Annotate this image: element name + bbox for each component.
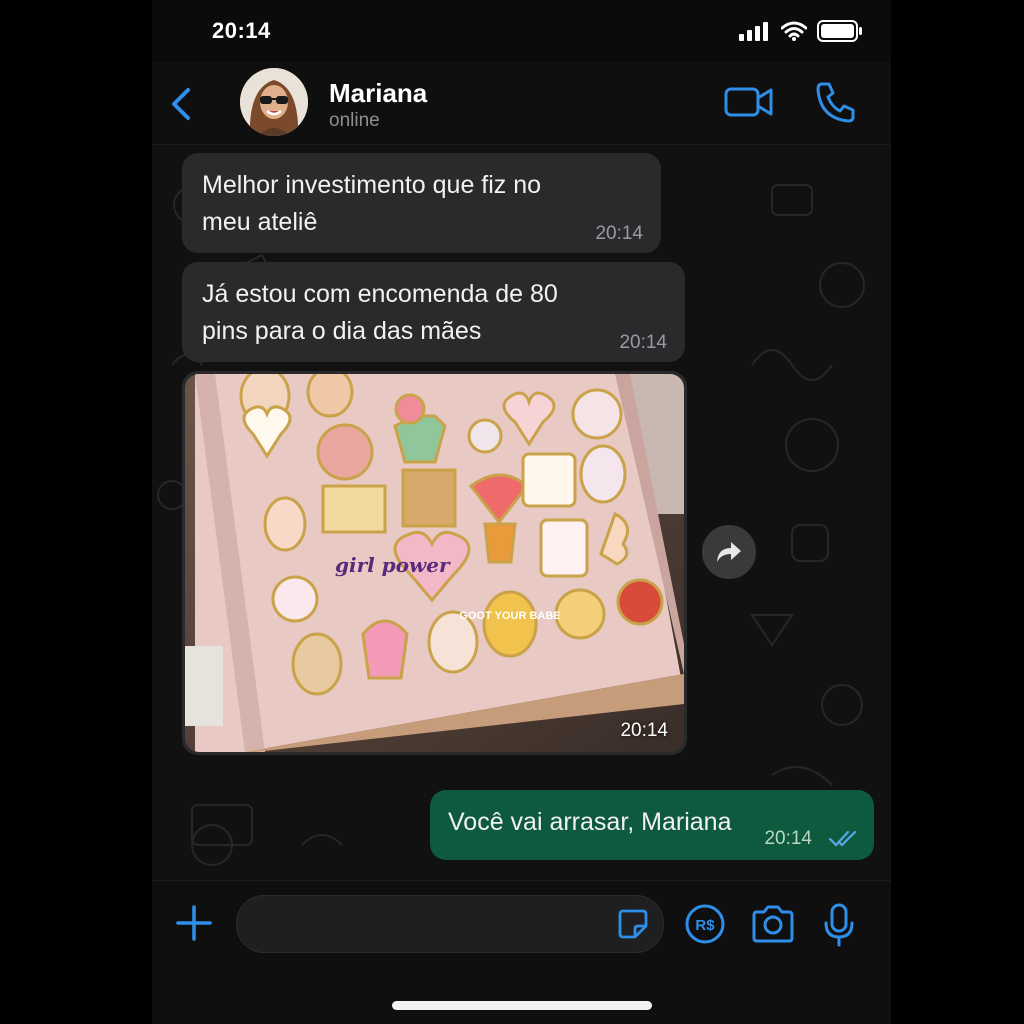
pin-text-girl-power: girl power (335, 553, 451, 577)
chat-area[interactable]: Melhor investimento que fiz no meu ateli… (152, 145, 891, 880)
message-time: 20:14 (764, 828, 812, 849)
message-time: 20:14 (620, 720, 668, 741)
forward-button[interactable] (702, 525, 756, 579)
avatar[interactable] (240, 68, 308, 136)
microphone-button[interactable] (822, 903, 856, 952)
back-chevron-icon (172, 88, 190, 120)
battery-icon (817, 20, 862, 42)
phone-call-icon (816, 82, 855, 123)
wifi-icon (781, 21, 807, 41)
double-check-icon (828, 830, 857, 847)
message-input[interactable] (255, 896, 599, 954)
forward-icon (717, 542, 741, 562)
sticker-icon (618, 909, 648, 939)
incoming-message[interactable]: Melhor investimento que fiz no meu ateli… (182, 153, 661, 253)
photo[interactable]: girl power GOOT YOUR BABE 20:14 (185, 374, 684, 752)
enamel-pins-photo: girl power GOOT YOUR BABE (185, 374, 684, 752)
contact-name[interactable]: Mariana (329, 78, 427, 109)
payment-icon: R$ (685, 904, 725, 944)
plus-icon (176, 905, 212, 941)
message-field[interactable] (236, 895, 664, 954)
message-line: pins para o dia das mães (202, 317, 482, 345)
input-bar: R$ (152, 880, 891, 1024)
sticker-button[interactable] (617, 908, 649, 945)
back-button[interactable] (166, 84, 196, 124)
message-line: Melhor investimento que fiz no (202, 171, 542, 199)
camera-button[interactable] (750, 903, 796, 950)
message-text: Melhor investimento que fiz no meu ateli… (202, 167, 541, 241)
message-line: Já estou com encomenda de 80 (202, 280, 558, 308)
avatar-image (240, 68, 308, 136)
message-text: Você vai arrasar, Mariana (448, 808, 732, 836)
status-bar: 20:14 (152, 0, 891, 62)
camera-icon (752, 905, 794, 943)
pin-text-got-your-babe: GOOT YOUR BABE (459, 610, 560, 622)
contact-status: online (329, 110, 380, 131)
status-time: 20:14 (212, 18, 271, 43)
phone-screen: 20:14 Mariana online Melhor investimento… (152, 0, 891, 1024)
payment-button[interactable]: R$ (684, 903, 726, 950)
incoming-message[interactable]: Já estou com encomenda de 80 pins para o… (182, 262, 685, 362)
image-message[interactable]: girl power GOOT YOUR BABE 20:14 (182, 371, 687, 755)
home-indicator[interactable] (392, 1001, 652, 1010)
chat-header: Mariana online (152, 62, 891, 145)
message-time: 20:14 (595, 223, 643, 244)
phone-call-button[interactable] (814, 80, 856, 129)
svg-text:R$: R$ (695, 917, 715, 934)
signal-icon (739, 22, 768, 41)
message-text: Já estou com encomenda de 80 pins para o… (202, 276, 558, 350)
message-line: meu ateliê (202, 208, 318, 236)
video-call-icon (724, 87, 773, 117)
message-time: 20:14 (619, 332, 667, 353)
microphone-icon (824, 903, 854, 947)
outgoing-message[interactable]: Você vai arrasar, Mariana 20:14 (430, 790, 874, 860)
video-call-button[interactable] (724, 80, 774, 129)
status-icons (739, 20, 863, 42)
attach-button[interactable] (174, 903, 214, 948)
